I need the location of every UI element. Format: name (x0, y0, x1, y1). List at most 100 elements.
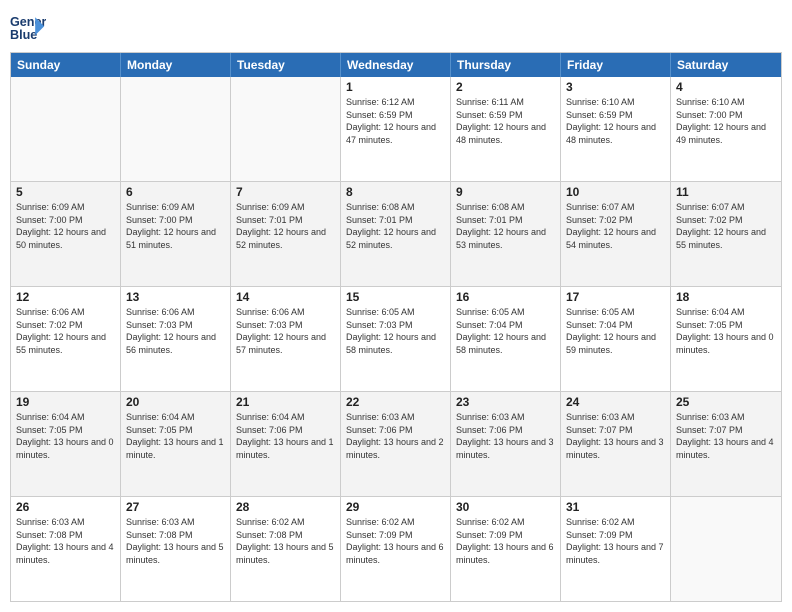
cell-info: Sunrise: 6:02 AM Sunset: 7:09 PM Dayligh… (456, 516, 555, 566)
header-day-thursday: Thursday (451, 53, 561, 77)
day-number: 10 (566, 185, 665, 199)
calendar-cell: 13 Sunrise: 6:06 AM Sunset: 7:03 PM Dayli… (121, 287, 231, 391)
calendar-cell: 20 Sunrise: 6:04 AM Sunset: 7:05 PM Dayli… (121, 392, 231, 496)
day-number: 14 (236, 290, 335, 304)
svg-text:Blue: Blue (10, 28, 37, 42)
day-number: 22 (346, 395, 445, 409)
day-number: 28 (236, 500, 335, 514)
logo: General Blue (10, 10, 50, 46)
cell-info: Sunrise: 6:06 AM Sunset: 7:02 PM Dayligh… (16, 306, 115, 356)
calendar-cell: 30 Sunrise: 6:02 AM Sunset: 7:09 PM Dayli… (451, 497, 561, 601)
calendar-cell: 31 Sunrise: 6:02 AM Sunset: 7:09 PM Dayli… (561, 497, 671, 601)
cell-info: Sunrise: 6:04 AM Sunset: 7:06 PM Dayligh… (236, 411, 335, 461)
calendar-cell: 23 Sunrise: 6:03 AM Sunset: 7:06 PM Dayli… (451, 392, 561, 496)
cell-info: Sunrise: 6:05 AM Sunset: 7:04 PM Dayligh… (456, 306, 555, 356)
day-number: 25 (676, 395, 776, 409)
calendar-row: 19 Sunrise: 6:04 AM Sunset: 7:05 PM Dayli… (11, 391, 781, 496)
cell-info: Sunrise: 6:09 AM Sunset: 7:00 PM Dayligh… (126, 201, 225, 251)
calendar-row: 1 Sunrise: 6:12 AM Sunset: 6:59 PM Daylig… (11, 77, 781, 181)
cell-info: Sunrise: 6:04 AM Sunset: 7:05 PM Dayligh… (676, 306, 776, 356)
day-number: 31 (566, 500, 665, 514)
calendar-cell: 21 Sunrise: 6:04 AM Sunset: 7:06 PM Dayli… (231, 392, 341, 496)
cell-info: Sunrise: 6:07 AM Sunset: 7:02 PM Dayligh… (566, 201, 665, 251)
day-number: 13 (126, 290, 225, 304)
cell-info: Sunrise: 6:08 AM Sunset: 7:01 PM Dayligh… (456, 201, 555, 251)
cell-info: Sunrise: 6:10 AM Sunset: 6:59 PM Dayligh… (566, 96, 665, 146)
header-day-tuesday: Tuesday (231, 53, 341, 77)
day-number: 17 (566, 290, 665, 304)
day-number: 18 (676, 290, 776, 304)
calendar-cell: 18 Sunrise: 6:04 AM Sunset: 7:05 PM Dayli… (671, 287, 781, 391)
cell-info: Sunrise: 6:10 AM Sunset: 7:00 PM Dayligh… (676, 96, 776, 146)
day-number: 16 (456, 290, 555, 304)
calendar-cell: 12 Sunrise: 6:06 AM Sunset: 7:02 PM Dayli… (11, 287, 121, 391)
cell-info: Sunrise: 6:06 AM Sunset: 7:03 PM Dayligh… (126, 306, 225, 356)
logo-icon: General Blue (10, 10, 46, 46)
calendar-cell: 7 Sunrise: 6:09 AM Sunset: 7:01 PM Daylig… (231, 182, 341, 286)
page: General Blue SundayMondayTuesdayWednesda… (0, 0, 792, 612)
header-day-monday: Monday (121, 53, 231, 77)
day-number: 5 (16, 185, 115, 199)
calendar-cell: 15Sunrise: 6:05 AM Sunset: 7:03 PM Dayli… (341, 287, 451, 391)
cell-info: Sunrise: 6:03 AM Sunset: 7:06 PM Dayligh… (456, 411, 555, 461)
calendar-cell: 9 Sunrise: 6:08 AM Sunset: 7:01 PM Daylig… (451, 182, 561, 286)
cell-info: Sunrise: 6:03 AM Sunset: 7:06 PM Dayligh… (346, 411, 445, 461)
calendar-cell: 29 Sunrise: 6:02 AM Sunset: 7:09 PM Dayli… (341, 497, 451, 601)
day-number: 30 (456, 500, 555, 514)
day-number: 8 (346, 185, 445, 199)
cell-info: Sunrise: 6:02 AM Sunset: 7:08 PM Dayligh… (236, 516, 335, 566)
calendar-cell: 25 Sunrise: 6:03 AM Sunset: 7:07 PM Dayli… (671, 392, 781, 496)
calendar-cell: 14 Sunrise: 6:06 AM Sunset: 7:03 PM Dayli… (231, 287, 341, 391)
cell-info: Sunrise: 6:09 AM Sunset: 7:01 PM Dayligh… (236, 201, 335, 251)
calendar-cell: 16 Sunrise: 6:05 AM Sunset: 7:04 PM Dayli… (451, 287, 561, 391)
calendar-row: 12 Sunrise: 6:06 AM Sunset: 7:02 PM Dayli… (11, 286, 781, 391)
calendar-cell: 3Sunrise: 6:10 AM Sunset: 6:59 PM Daylig… (561, 77, 671, 181)
cell-info: Sunrise: 6:08 AM Sunset: 7:01 PM Dayligh… (346, 201, 445, 251)
cell-info: Sunrise: 6:05 AM Sunset: 7:03 PM Dayligh… (346, 306, 445, 356)
cell-info: Sunrise: 6:02 AM Sunset: 7:09 PM Dayligh… (346, 516, 445, 566)
cell-info: Sunrise: 6:06 AM Sunset: 7:03 PM Dayligh… (236, 306, 335, 356)
header-day-wednesday: Wednesday (341, 53, 451, 77)
day-number: 23 (456, 395, 555, 409)
calendar-cell (11, 77, 121, 181)
cell-info: Sunrise: 6:04 AM Sunset: 7:05 PM Dayligh… (126, 411, 225, 461)
calendar-cell (121, 77, 231, 181)
calendar-cell: 27 Sunrise: 6:03 AM Sunset: 7:08 PM Dayli… (121, 497, 231, 601)
cell-info: Sunrise: 6:03 AM Sunset: 7:08 PM Dayligh… (126, 516, 225, 566)
calendar-cell: 26Sunrise: 6:03 AM Sunset: 7:08 PM Dayli… (11, 497, 121, 601)
calendar-cell: 4 Sunrise: 6:10 AM Sunset: 7:00 PM Daylig… (671, 77, 781, 181)
day-number: 19 (16, 395, 115, 409)
calendar-cell: 24 Sunrise: 6:03 AM Sunset: 7:07 PM Dayli… (561, 392, 671, 496)
calendar-cell: 1 Sunrise: 6:12 AM Sunset: 6:59 PM Daylig… (341, 77, 451, 181)
day-number: 20 (126, 395, 225, 409)
calendar: SundayMondayTuesdayWednesdayThursdayFrid… (10, 52, 782, 602)
cell-info: Sunrise: 6:07 AM Sunset: 7:02 PM Dayligh… (676, 201, 776, 251)
cell-info: Sunrise: 6:03 AM Sunset: 7:07 PM Dayligh… (566, 411, 665, 461)
day-number: 7 (236, 185, 335, 199)
calendar-cell: 2Sunrise: 6:11 AM Sunset: 6:59 PM Daylig… (451, 77, 561, 181)
cell-info: Sunrise: 6:12 AM Sunset: 6:59 PM Dayligh… (346, 96, 445, 146)
header-day-saturday: Saturday (671, 53, 781, 77)
cell-info: Sunrise: 6:03 AM Sunset: 7:07 PM Dayligh… (676, 411, 776, 461)
day-number: 24 (566, 395, 665, 409)
cell-info: Sunrise: 6:02 AM Sunset: 7:09 PM Dayligh… (566, 516, 665, 566)
cell-info: Sunrise: 6:03 AM Sunset: 7:08 PM Dayligh… (16, 516, 115, 566)
day-number: 2 (456, 80, 555, 94)
day-number: 4 (676, 80, 776, 94)
header: General Blue (10, 10, 782, 46)
day-number: 12 (16, 290, 115, 304)
day-number: 11 (676, 185, 776, 199)
calendar-cell: 19Sunrise: 6:04 AM Sunset: 7:05 PM Dayli… (11, 392, 121, 496)
cell-info: Sunrise: 6:09 AM Sunset: 7:00 PM Dayligh… (16, 201, 115, 251)
day-number: 29 (346, 500, 445, 514)
day-number: 1 (346, 80, 445, 94)
calendar-cell: 28 Sunrise: 6:02 AM Sunset: 7:08 PM Dayli… (231, 497, 341, 601)
day-number: 21 (236, 395, 335, 409)
day-number: 6 (126, 185, 225, 199)
calendar-cell: 22 Sunrise: 6:03 AM Sunset: 7:06 PM Dayli… (341, 392, 451, 496)
header-day-friday: Friday (561, 53, 671, 77)
day-number: 27 (126, 500, 225, 514)
calendar-cell: 6 Sunrise: 6:09 AM Sunset: 7:00 PM Daylig… (121, 182, 231, 286)
day-number: 9 (456, 185, 555, 199)
calendar-cell: 17Sunrise: 6:05 AM Sunset: 7:04 PM Dayli… (561, 287, 671, 391)
